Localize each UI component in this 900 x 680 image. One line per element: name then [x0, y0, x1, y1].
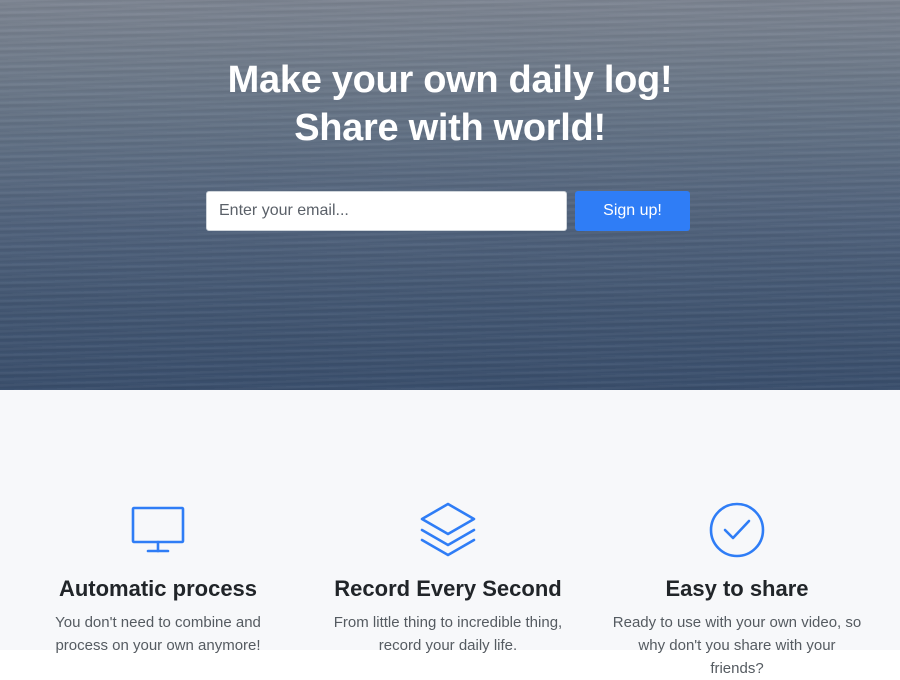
feature-title: Record Every Second [334, 576, 562, 601]
check-circle-icon [707, 500, 767, 560]
feature-automatic-process: Automatic process You don't need to comb… [13, 500, 303, 657]
hero-title-line-2: Share with world! [294, 107, 606, 149]
feature-description: Ready to use with your own video, so why… [612, 614, 862, 677]
layers-icon [418, 500, 478, 560]
email-input[interactable] [206, 191, 567, 231]
feature-description: From little thing to incredible thing, r… [333, 614, 563, 654]
feature-description: You don't need to combine and process on… [55, 614, 261, 654]
signup-form: Sign up! [206, 191, 690, 231]
feature-title: Easy to share [665, 576, 809, 601]
hero-section: Make your own daily log! Share with worl… [0, 0, 900, 390]
feature-title: Automatic process [58, 576, 258, 601]
features-section: Automatic process You don't need to comb… [0, 390, 900, 677]
signup-button[interactable]: Sign up! [575, 191, 690, 231]
hero-title: Make your own daily log! Share with worl… [0, 56, 900, 152]
hero-title-line-1: Make your own daily log! [227, 59, 673, 101]
feature-easy-to-share: Easy to share Ready to use with your own… [592, 500, 882, 680]
feature-record-every-second: Record Every Second From little thing to… [303, 500, 593, 657]
monitor-icon [128, 500, 188, 560]
